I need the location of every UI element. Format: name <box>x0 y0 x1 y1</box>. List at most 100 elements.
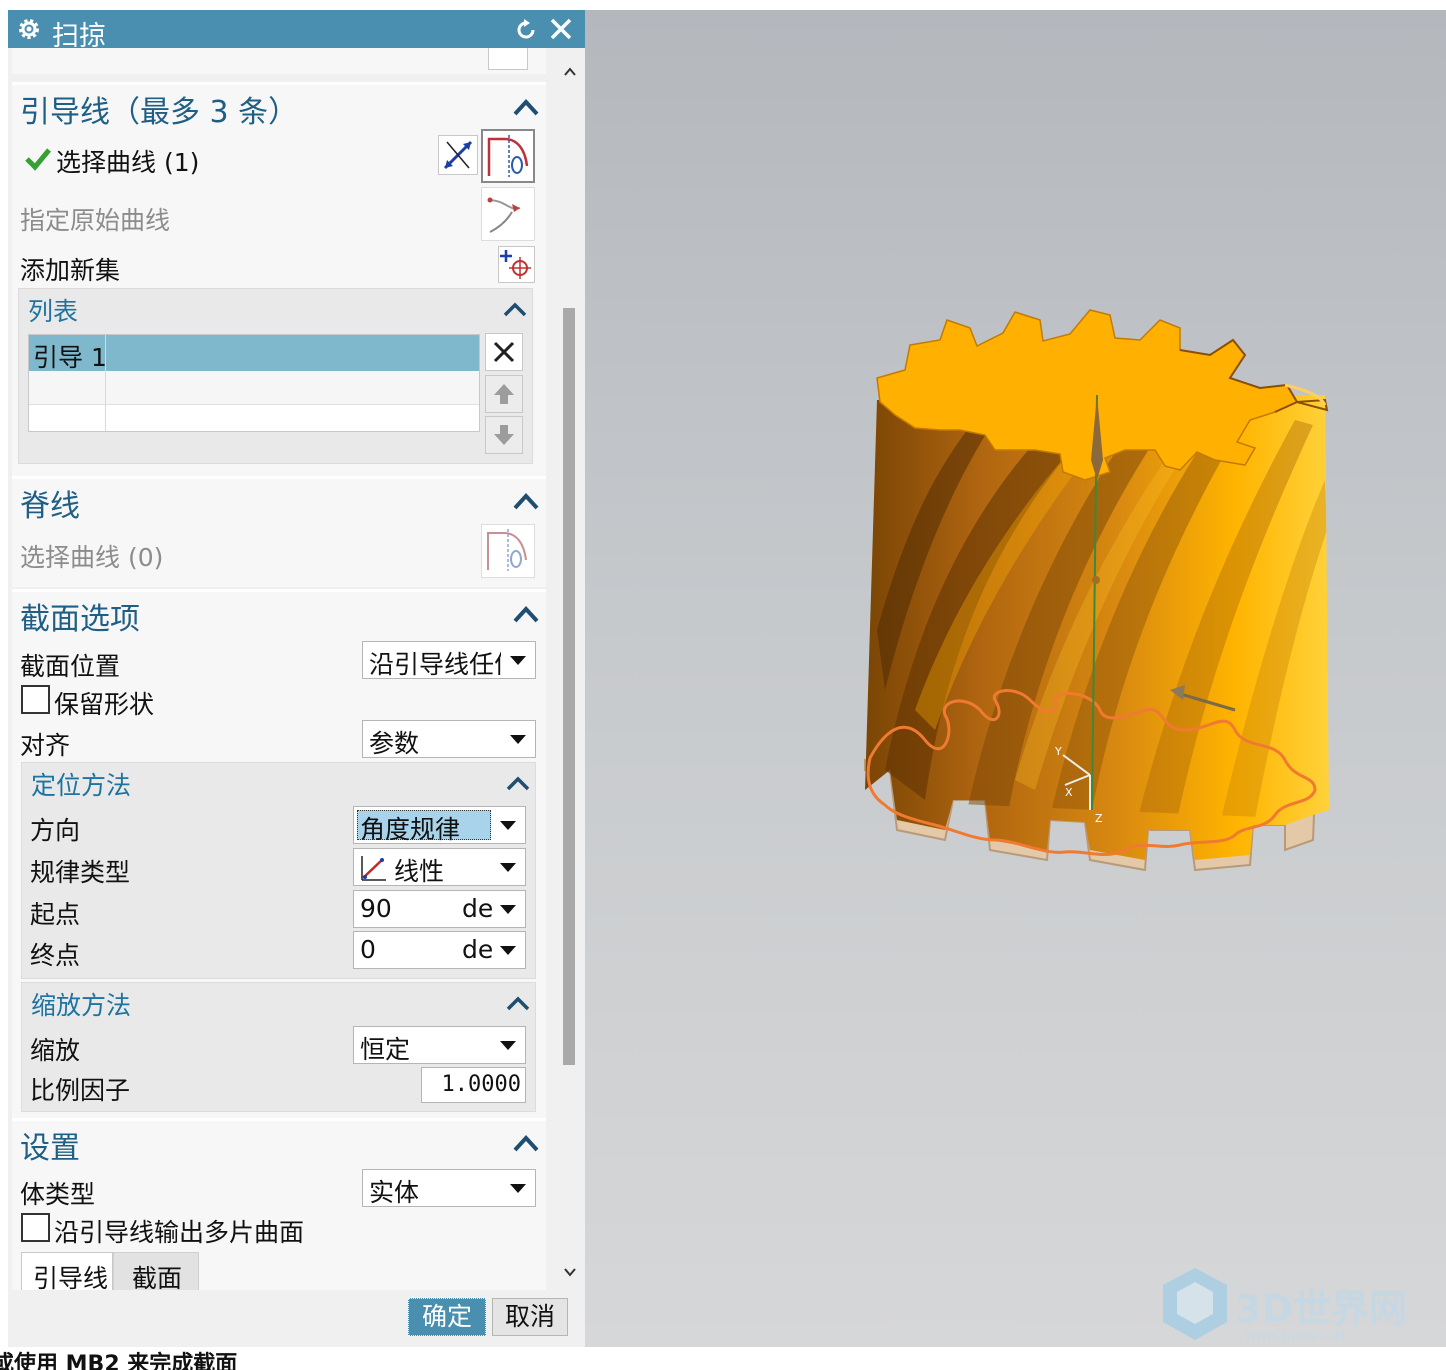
check-icon <box>25 148 51 171</box>
graphics-viewport[interactable]: Y X Z 3D世界网 WWW.3DSJW.COM <box>585 10 1446 1347</box>
scale-factor-input[interactable]: 1.0000 <box>421 1067 526 1103</box>
guide-row-label: 引导 1 <box>33 343 107 372</box>
status-text: 或使用 MB2 来完成截面 <box>0 1352 238 1370</box>
add-set-icon <box>500 250 531 279</box>
preserve-shape-checkbox[interactable] <box>21 685 50 714</box>
previous-group-remnant <box>12 48 546 74</box>
column-divider <box>105 335 106 431</box>
tab-section[interactable]: 截面 <box>113 1252 199 1290</box>
triad-x-label: X <box>1065 786 1073 799</box>
law-type-dropdown[interactable]: 线性 <box>353 848 526 886</box>
collapse-section-options-icon[interactable] <box>512 604 540 624</box>
hidden-icon-button[interactable] <box>488 48 528 70</box>
move-down-button[interactable] <box>485 416 523 454</box>
curve-selector-button[interactable] <box>481 129 535 183</box>
spine-select-curve-label[interactable]: 选择曲线 (0) <box>20 538 163 574</box>
direction-label: 方向 <box>30 816 81 845</box>
scroll-down-icon[interactable] <box>563 1265 577 1279</box>
direction-value: 角度规律 <box>360 815 461 844</box>
specify-original-curve-button[interactable] <box>481 187 535 241</box>
section-options-group: 截面选项 截面位置 沿引导线任何 保留形状 对齐 参数 定位方法 方向 <box>12 589 546 1126</box>
alignment-dropdown[interactable]: 参数 <box>362 720 536 758</box>
scale-factor-label: 比例因子 <box>30 1076 131 1105</box>
scaling-method-title: 缩放方法 <box>31 991 132 1020</box>
collapse-spine-icon[interactable] <box>512 491 540 511</box>
collapse-orientation-icon[interactable] <box>504 773 532 793</box>
remove-guide-button[interactable] <box>485 333 523 371</box>
dialog-title-bar: 扫掠 <box>8 10 585 52</box>
spine-curve-selector-button[interactable] <box>481 524 535 578</box>
settings-title: 设置 <box>20 1131 80 1166</box>
table-row[interactable] <box>29 371 479 405</box>
cancel-button-label: 取消 <box>504 1302 555 1331</box>
arrow-up-icon <box>494 384 514 404</box>
add-new-set-button[interactable] <box>498 246 535 283</box>
scroll-up-icon[interactable] <box>563 65 577 79</box>
collapse-settings-icon[interactable] <box>512 1133 540 1153</box>
orientation-method-title: 定位方法 <box>31 771 132 800</box>
end-label: 终点 <box>30 941 81 970</box>
status-bar: 或使用 MB2 来完成截面 <box>0 1347 1446 1370</box>
collapse-scaling-icon[interactable] <box>504 993 532 1013</box>
body-type-value: 实体 <box>369 1178 420 1207</box>
collapse-guides-icon[interactable] <box>512 97 540 117</box>
triad-y-label: Y <box>1054 745 1062 758</box>
move-up-button[interactable] <box>485 375 523 413</box>
start-unit: de <box>462 894 494 923</box>
section-position-value: 沿引导线任何 <box>369 650 501 679</box>
scale-label: 缩放 <box>30 1036 81 1065</box>
multi-surface-label: 沿引导线输出多片曲面 <box>54 1218 305 1247</box>
spine-title: 脊线 <box>20 489 80 524</box>
chevron-down-icon <box>510 1184 526 1193</box>
original-curve-icon <box>487 197 521 233</box>
start-value: 90 <box>360 894 392 923</box>
chevron-down-icon <box>500 905 516 914</box>
scale-factor-value: 1.0000 <box>441 1072 521 1097</box>
scrollbar-thumb[interactable] <box>563 308 575 1065</box>
dialog-scrollbar[interactable] <box>554 48 585 1290</box>
body-type-dropdown[interactable]: 实体 <box>362 1169 536 1207</box>
tab-section-label: 截面 <box>132 1264 183 1290</box>
direction-dropdown[interactable]: 角度规律 <box>353 806 526 844</box>
end-value-input[interactable]: 0 de <box>353 931 526 969</box>
watermark-title: 3D世界网 <box>1235 1287 1407 1331</box>
start-value-input[interactable]: 90 de <box>353 890 526 928</box>
chevron-down-icon <box>500 863 516 872</box>
delete-icon <box>493 341 515 363</box>
start-label: 起点 <box>30 900 81 929</box>
orientation-method-group: 定位方法 方向 角度规律 规律类型 线性 起点 90 de 终点 0 de <box>21 762 536 979</box>
chevron-down-icon <box>510 735 526 744</box>
section-position-dropdown[interactable]: 沿引导线任何 <box>362 641 536 679</box>
collapse-list-icon[interactable] <box>501 299 529 319</box>
specify-original-curve-label: 指定原始曲线 <box>20 206 171 235</box>
tab-guides[interactable]: 引导线 <box>21 1252 113 1290</box>
guides-select-curve-label[interactable]: 选择曲线 (1) <box>56 143 199 179</box>
multi-surface-checkbox[interactable] <box>21 1213 50 1242</box>
reverse-direction-button[interactable] <box>438 135 478 175</box>
spine-group: 脊线 选择曲线 (0) <box>12 476 546 587</box>
guide-list-group: 列表 引导 1 <box>18 288 533 464</box>
guide-list-table: 引导 1 <box>28 334 480 432</box>
watermark-logo: 3D世界网 WWW.3DSJW.COM <box>1163 1268 1407 1343</box>
ok-button[interactable]: 确定 <box>408 1298 486 1336</box>
chevron-down-icon <box>500 821 516 830</box>
close-icon[interactable] <box>549 17 573 41</box>
dialog-scroll-area[interactable]: 引导线（最多 3 条） 选择曲线 (1) 指定原始曲线 添加新集 列表 引导 1… <box>8 48 554 1290</box>
scale-dropdown[interactable]: 恒定 <box>353 1026 526 1064</box>
body-type-label: 体类型 <box>20 1180 96 1209</box>
ok-button-label: 确定 <box>421 1302 472 1331</box>
list-title: 列表 <box>28 297 79 326</box>
scaling-method-group: 缩放方法 缩放 恒定 比例因子 1.0000 <box>21 982 536 1112</box>
cancel-button[interactable]: 取消 <box>492 1298 568 1336</box>
scale-value: 恒定 <box>360 1035 411 1064</box>
alignment-value: 参数 <box>369 729 420 758</box>
end-unit: de <box>462 935 494 964</box>
chevron-down-icon <box>500 1041 516 1050</box>
guides-title: 引导线（最多 3 条） <box>20 95 299 130</box>
reset-icon[interactable] <box>513 17 539 43</box>
law-type-label: 规律类型 <box>30 858 131 887</box>
tab-guides-label: 引导线 <box>33 1264 109 1290</box>
add-new-set-label: 添加新集 <box>20 256 121 285</box>
chevron-down-icon <box>500 946 516 955</box>
table-row[interactable]: 引导 1 <box>29 335 479 372</box>
